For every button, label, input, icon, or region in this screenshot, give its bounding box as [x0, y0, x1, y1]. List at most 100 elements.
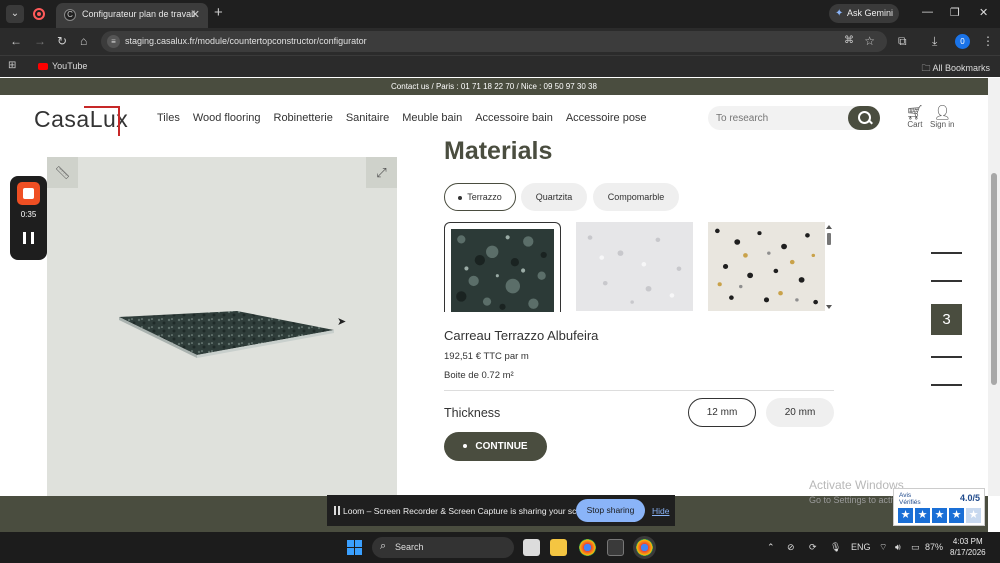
step-4-marker[interactable]: [931, 356, 962, 358]
cart-icon: 🛒︎: [906, 104, 924, 120]
current-step[interactable]: 3: [931, 304, 962, 335]
section-title: Materials: [444, 137, 553, 165]
fullscreen-icon[interactable]: ⤢: [366, 157, 397, 188]
minimize-button[interactable]: —: [922, 6, 933, 18]
window-close-button[interactable]: ✕: [979, 6, 988, 19]
address-toolbar: ← → ↻ ⌂ ≡ staging.casalux.fr/module/coun…: [0, 28, 1000, 55]
tab-close-icon[interactable]: ✕: [191, 8, 200, 21]
browser-tab[interactable]: C Configurateur plan de travail ✕: [56, 3, 208, 28]
tab-compomarble[interactable]: Compomarble: [593, 183, 679, 211]
battery-icon[interactable]: ▭: [911, 542, 920, 553]
product-price: 192,51 € TTC par m: [444, 351, 529, 362]
site-search: [708, 106, 880, 130]
restore-button[interactable]: ❐: [950, 6, 960, 19]
file-explorer-icon[interactable]: [550, 539, 567, 556]
stop-sharing-button[interactable]: Stop sharing: [576, 499, 645, 522]
avis-brand-line2: Vérifiés: [899, 499, 921, 506]
sync-icon[interactable]: ⟳: [809, 542, 817, 553]
nav-item-meuble-bain[interactable]: Meuble bain: [402, 112, 462, 124]
thickness-option-12mm[interactable]: 12 mm: [688, 398, 756, 427]
windows-start-icon[interactable]: [347, 540, 362, 555]
terrazzo-speckled-image: [708, 222, 825, 311]
microphone-icon[interactable]: 🎙︎: [830, 542, 841, 553]
nav-item-tiles[interactable]: Tiles: [157, 112, 180, 124]
thickness-label: Thickness: [444, 406, 501, 420]
avis-brand-line1: Avis: [899, 492, 912, 499]
tray-overflow-icon[interactable]: ⌃: [767, 542, 775, 553]
step-2-marker[interactable]: [931, 280, 962, 282]
task-view-icon[interactable]: [523, 539, 540, 556]
continue-label: CONTINUE: [475, 441, 528, 452]
ask-gemini-button[interactable]: ✦ Ask Gemini: [829, 4, 899, 23]
omnibox[interactable]: ≡ staging.casalux.fr/module/countertopco…: [101, 31, 887, 52]
forward-icon[interactable]: →: [34, 34, 46, 48]
extensions-icon[interactable]: ⧉: [898, 34, 907, 49]
gemini-icon: ✦: [835, 8, 844, 19]
continue-button[interactable]: CONTINUE: [444, 432, 547, 461]
apps-grid-icon[interactable]: ⊞: [8, 60, 16, 71]
screen-share-message: Loom – Screen Recorder & Screen Capture …: [343, 506, 596, 516]
material-swatch-selected[interactable]: [444, 222, 561, 312]
bookmark-star-icon[interactable]: ☆: [864, 34, 875, 48]
page-scrollbar[interactable]: [988, 78, 1000, 496]
youtube-icon: [38, 63, 48, 71]
home-icon[interactable]: ⌂: [80, 34, 87, 48]
taskbar-clock[interactable]: 4:03 PM 8/17/2026: [950, 536, 986, 558]
hide-share-bar-link[interactable]: Hide: [652, 506, 669, 516]
taskbar-search[interactable]: ⌕ Search: [372, 537, 514, 558]
avis-verifies-badge[interactable]: Avis Vérifiés 4.0/5 ★ ★ ★ ★ ★: [893, 488, 985, 526]
rating-stars: ★ ★ ★ ★ ★: [898, 508, 981, 523]
terrazzo-white-image: [576, 222, 693, 311]
tab-quartzita[interactable]: Quartzita: [521, 183, 587, 211]
menu-icon[interactable]: ⋮: [982, 34, 994, 48]
download-icon[interactable]: ⤓: [932, 34, 937, 49]
star-icon: ★: [949, 508, 964, 523]
material-swatch-speckled[interactable]: [708, 222, 825, 311]
measure-ruler-icon[interactable]: 📏︎: [47, 157, 78, 188]
all-bookmarks-label: All Bookmarks: [932, 63, 990, 73]
battery-percent: 87%: [925, 542, 944, 552]
search-button[interactable]: [848, 106, 880, 130]
volume-icon[interactable]: 🔊︎: [895, 542, 901, 553]
search-input[interactable]: [716, 110, 846, 126]
translate-icon[interactable]: ⌘: [844, 35, 854, 46]
all-bookmarks-button[interactable]: 🗀 All Bookmarks: [921, 61, 990, 77]
thickness-option-20mm[interactable]: 20 mm: [766, 398, 834, 427]
page-scrollbar-thumb[interactable]: [991, 173, 997, 385]
material-swatch-white[interactable]: [576, 222, 693, 311]
step-1-marker[interactable]: [931, 252, 962, 254]
back-icon[interactable]: ←: [10, 34, 22, 48]
nav-item-sanitaire[interactable]: Sanitaire: [346, 112, 389, 124]
tab-search-dropdown[interactable]: ⌄: [6, 5, 24, 23]
pause-recording-button[interactable]: [23, 232, 34, 244]
taskbar-search-label: Search: [395, 542, 424, 552]
cart-button[interactable]: 🛒︎ Cart: [906, 104, 924, 129]
site-logo[interactable]: CasaLux: [34, 102, 128, 136]
profile-avatar[interactable]: 0: [955, 34, 970, 49]
url-text[interactable]: staging.casalux.fr/module/countertopcons…: [125, 36, 367, 46]
stop-recording-button[interactable]: [17, 182, 40, 205]
language-indicator[interactable]: ENG: [851, 542, 871, 552]
chrome-icon[interactable]: [579, 539, 596, 556]
nav-item-robinetterie[interactable]: Robinetterie: [274, 112, 333, 124]
wifi-icon[interactable]: ⌔: [879, 542, 887, 553]
step-5-marker[interactable]: [931, 384, 962, 386]
clock-date: 8/17/2026: [950, 548, 986, 557]
avis-brand: Avis Vérifiés: [899, 492, 921, 506]
meet-mute-icon[interactable]: ⊘: [787, 542, 795, 553]
bookmark-youtube[interactable]: YouTube: [38, 61, 87, 71]
signin-button[interactable]: 👤︎ Sign in: [930, 104, 954, 129]
new-tab-button[interactable]: +: [214, 4, 223, 21]
nav-item-accessoire-pose[interactable]: Accessoire pose: [566, 112, 647, 124]
nav-item-accessoire-bain[interactable]: Accessoire bain: [475, 112, 553, 124]
swatch-scrollbar[interactable]: [825, 224, 833, 310]
activate-windows-title: Activate Windows: [809, 478, 904, 492]
media-app-icon[interactable]: [607, 539, 624, 556]
nav-item-wood-flooring[interactable]: Wood flooring: [193, 112, 261, 124]
pause-icon: [334, 506, 340, 515]
chrome-active-icon[interactable]: [636, 539, 653, 556]
tab-terrazzo[interactable]: Terrazzo: [444, 183, 516, 211]
ask-gemini-label: Ask Gemini: [847, 8, 894, 18]
site-info-icon[interactable]: ≡: [107, 35, 120, 48]
reload-icon[interactable]: ↻: [57, 34, 67, 48]
